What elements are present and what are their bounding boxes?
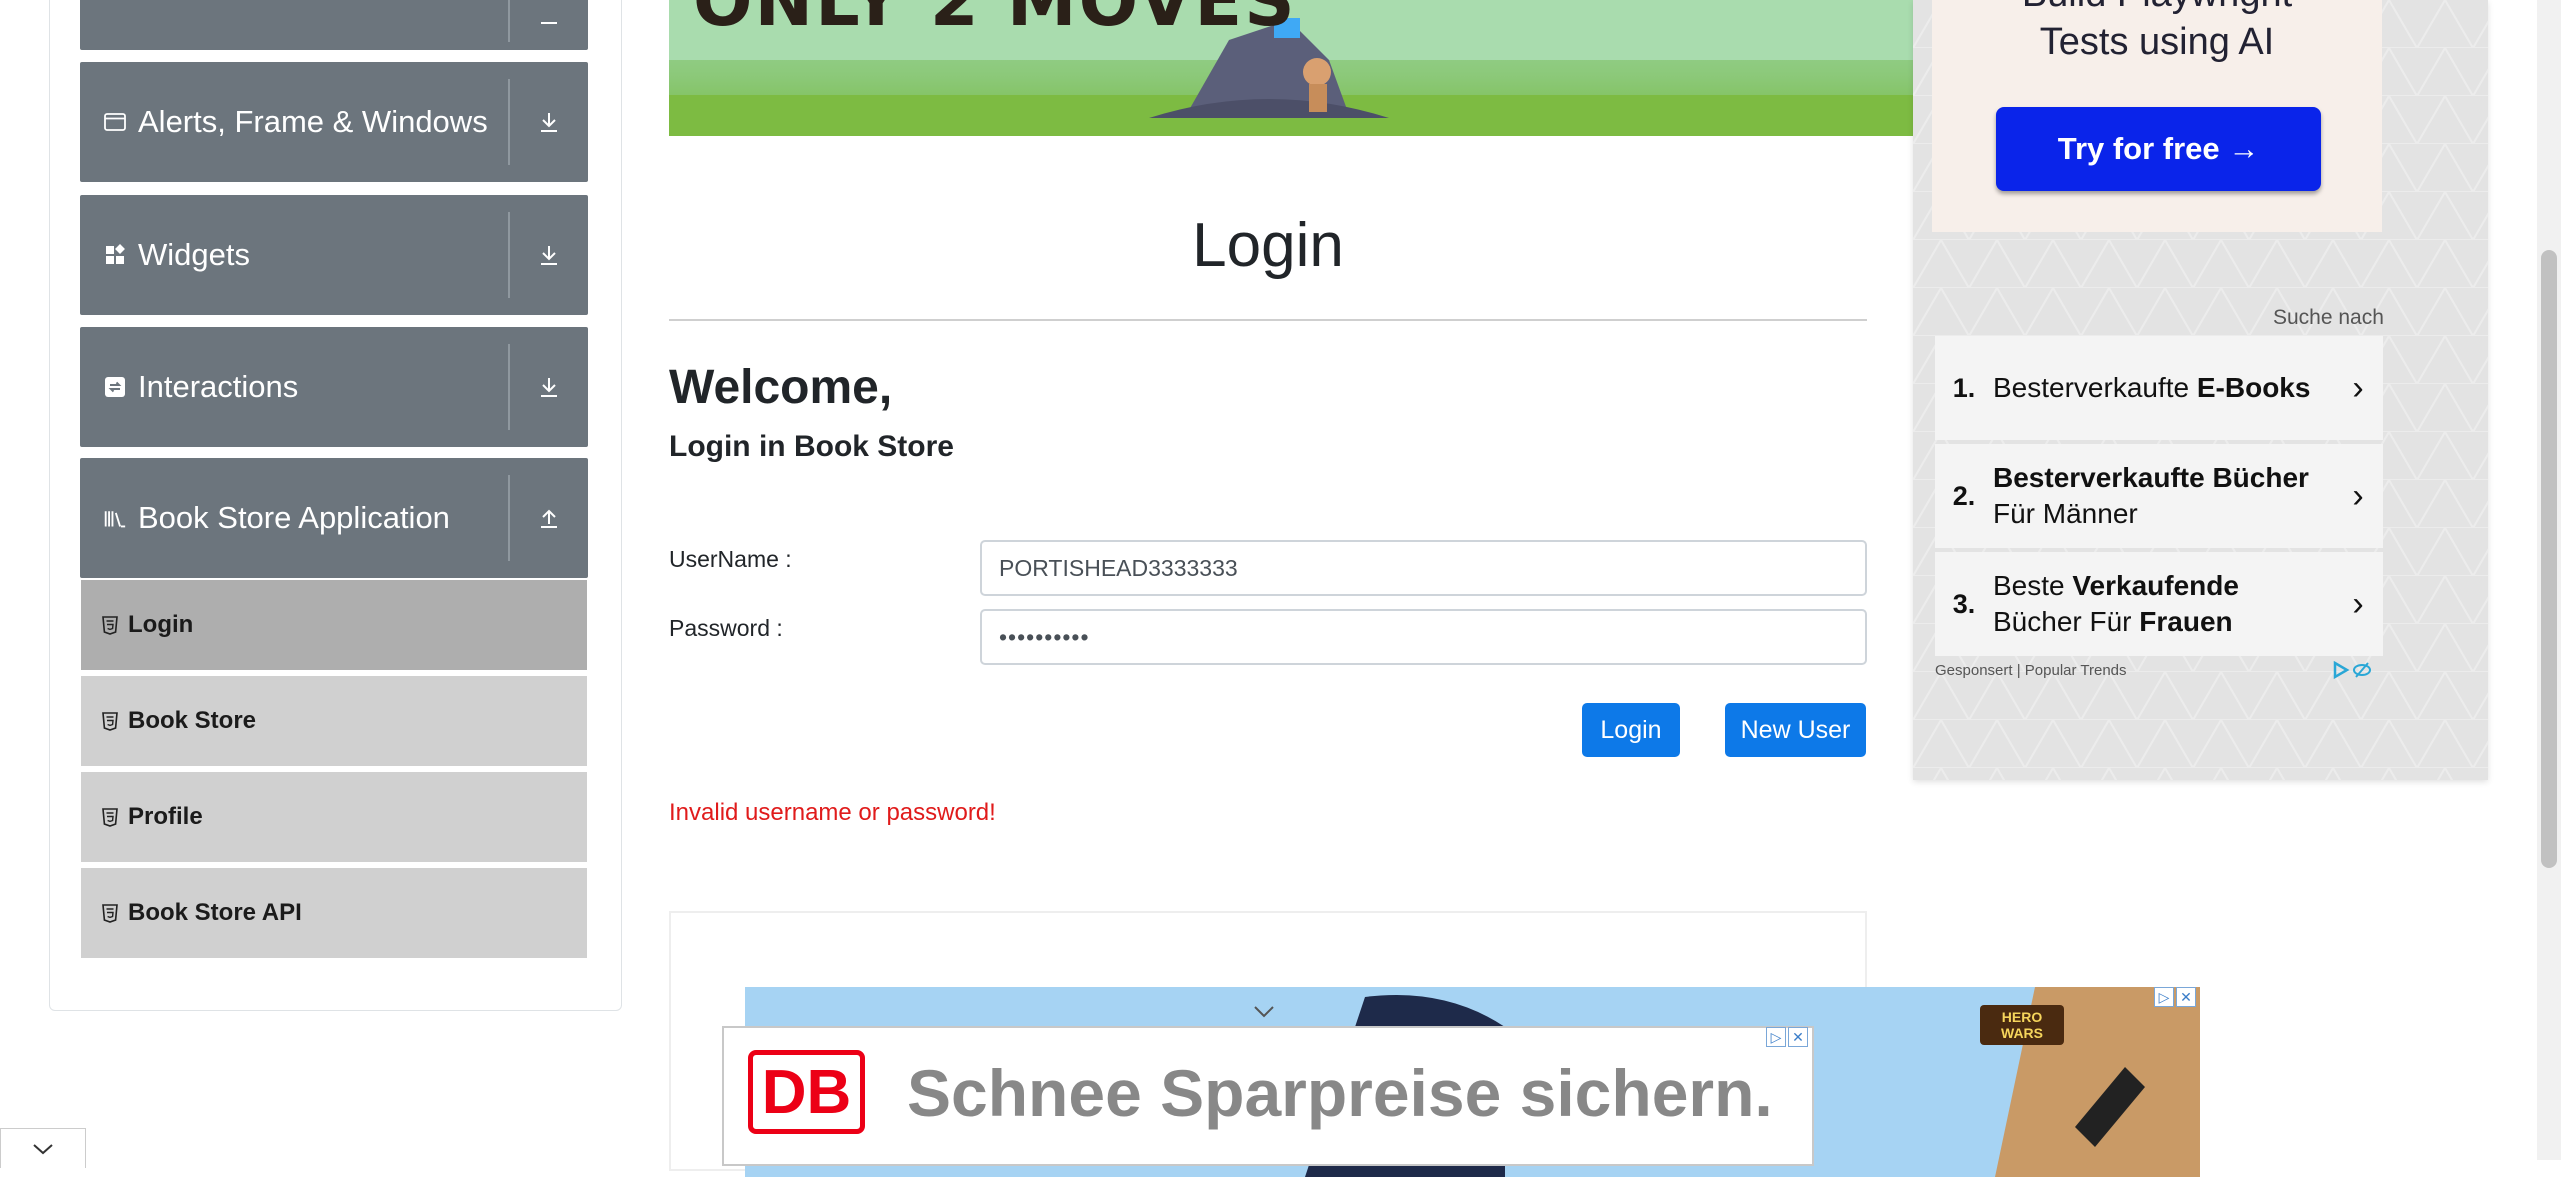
adchoices-icon[interactable] bbox=[2332, 660, 2372, 685]
sidebar-item-label: Profile bbox=[128, 803, 203, 830]
item-number: 1. bbox=[1952, 372, 1976, 403]
password-label: Password : bbox=[669, 615, 783, 641]
sidebar-item-label: Login bbox=[128, 611, 194, 638]
welcome-heading: Welcome, bbox=[669, 361, 893, 414]
sidebar-item-profile[interactable]: Profile bbox=[81, 772, 587, 865]
widgets-icon bbox=[104, 244, 126, 266]
search-for-label: Suche nach bbox=[2273, 306, 2384, 329]
sidebar-group-widgets[interactable]: Widgets bbox=[80, 195, 588, 315]
download-arrow-icon bbox=[510, 375, 588, 399]
username-input[interactable]: PORTISHEAD3333333 bbox=[980, 540, 1867, 596]
password-input[interactable]: •••••••••• bbox=[980, 609, 1867, 665]
close-icon[interactable]: ✕ bbox=[1788, 1027, 1808, 1047]
item-text: Besterverkaufte Bücher Für Männer bbox=[1993, 462, 2309, 529]
db-logo: DB bbox=[748, 1050, 865, 1134]
herowars-logo: HERO WARS bbox=[1980, 1005, 2064, 1045]
sidebar-group-alerts[interactable]: Alerts, Frame & Windows bbox=[80, 62, 588, 182]
top-banner-ad[interactable]: ONLY 2 MOVES bbox=[669, 0, 1913, 136]
try-for-free-button[interactable]: Try for free → bbox=[1996, 107, 2321, 191]
ad-search-item[interactable]: 3. Beste Verkaufende Bücher Für Frauen › bbox=[1935, 552, 2383, 656]
sidebar-group-book-store[interactable]: Book Store Application bbox=[80, 458, 588, 578]
item-number: 2. bbox=[1952, 480, 1976, 511]
download-arrow-icon bbox=[510, 243, 588, 267]
interactions-icon bbox=[104, 376, 126, 398]
login-subtitle: Login in Book Store bbox=[669, 430, 954, 463]
upload-arrow-icon bbox=[510, 506, 588, 530]
window-icon bbox=[104, 111, 126, 133]
sidebar-group-interactions[interactable]: Interactions bbox=[80, 327, 588, 447]
sidebar-group-label: Interactions bbox=[138, 369, 299, 404]
adchoices-icon[interactable]: ▷ bbox=[2154, 987, 2174, 1007]
new-user-button[interactable]: New User bbox=[1725, 703, 1866, 757]
chevron-right-icon: › bbox=[2352, 476, 2364, 515]
sidebar-item-login[interactable]: Login bbox=[81, 580, 587, 673]
html5-icon bbox=[102, 711, 118, 731]
ad-search-item[interactable]: 1. Besterverkaufte E-Books › bbox=[1935, 336, 2383, 440]
ad-search-item[interactable]: 2. Besterverkaufte Bücher Für Männer › bbox=[1935, 444, 2383, 548]
library-icon bbox=[104, 507, 126, 529]
item-text: Besterverkaufte E-Books bbox=[1993, 372, 2311, 403]
item-text: Beste Verkaufende Bücher Für Frauen bbox=[1993, 570, 2239, 637]
scrollbar-thumb[interactable] bbox=[2541, 250, 2557, 868]
db-ad-text: Schnee Sparpreise sichern. bbox=[907, 1056, 1773, 1130]
chevron-down-icon bbox=[33, 1143, 53, 1154]
sidebar-item-book-store-api[interactable]: Book Store API bbox=[81, 868, 587, 961]
item-number: 3. bbox=[1952, 588, 1976, 619]
page-title: Login bbox=[1192, 211, 1344, 280]
collapse-panel-button[interactable] bbox=[0, 1128, 86, 1168]
html5-icon bbox=[102, 807, 118, 827]
sidebar-item-label: Book Store API bbox=[128, 899, 302, 926]
collapse-icon bbox=[510, 9, 588, 31]
sidebar-group-label: Book Store Application bbox=[138, 500, 450, 535]
sidebar-item-book-store[interactable]: Book Store bbox=[81, 676, 587, 769]
close-icon[interactable]: ✕ bbox=[2176, 987, 2196, 1007]
banner-text: ONLY 2 MOVES bbox=[693, 0, 1297, 42]
html5-icon bbox=[102, 903, 118, 923]
error-message: Invalid username or password! bbox=[669, 799, 996, 826]
adchoices-icon[interactable]: ▷ bbox=[1766, 1027, 1786, 1047]
sponsored-label: Gesponsert | Popular Trends bbox=[1935, 662, 2127, 679]
html5-icon bbox=[102, 615, 118, 635]
download-arrow-icon bbox=[510, 110, 588, 134]
ad-headline: Build Playwright Tests using AI bbox=[2022, 0, 2292, 63]
sidebar-group-previous[interactable] bbox=[80, 0, 588, 50]
sidebar-item-label: Book Store bbox=[128, 707, 257, 734]
divider bbox=[669, 319, 1867, 321]
sidebar-group-label: Widgets bbox=[138, 237, 250, 272]
login-button[interactable]: Login bbox=[1582, 703, 1680, 757]
chevron-right-icon: › bbox=[2352, 584, 2364, 623]
chevron-right-icon: › bbox=[2352, 368, 2364, 407]
username-label: UserName : bbox=[669, 546, 792, 572]
sidebar-group-label: Alerts, Frame & Windows bbox=[138, 104, 488, 139]
chevron-down-icon[interactable] bbox=[1253, 1005, 1275, 1024]
